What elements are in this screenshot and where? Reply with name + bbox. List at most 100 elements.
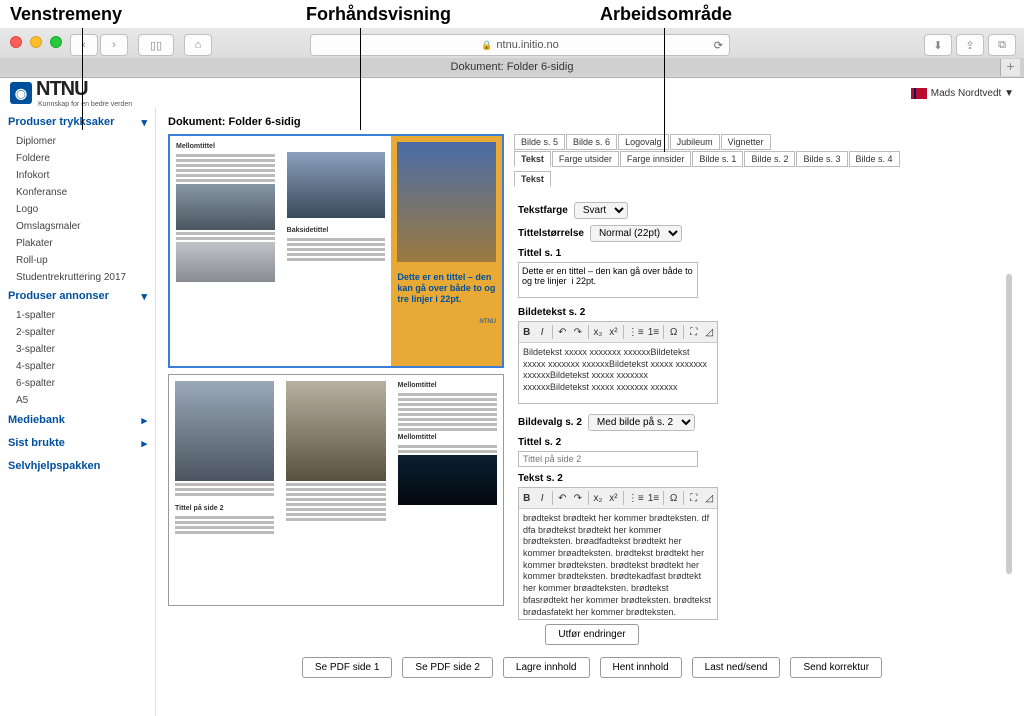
share-button[interactable]: ⇪ [956, 34, 984, 56]
sidebar-item[interactable]: Foldere [0, 150, 155, 167]
preview-panel-middle: Baksidetittel [281, 136, 392, 366]
sidebar-item[interactable]: 2-spalter [0, 324, 155, 341]
sidebar-item[interactable]: A5 [0, 392, 155, 409]
bildevalg-s2-select[interactable]: Med bilde på s. 2 [588, 414, 695, 431]
sidebar-section-annonser[interactable]: Produser annonser▾ [0, 286, 155, 307]
preview-page-1[interactable]: Mellomtittel Baksidetittel [168, 134, 504, 368]
superscript-button[interactable]: x² [608, 490, 619, 506]
annotation-right: Arbeidsområde [600, 4, 732, 25]
se-pdf-1-button[interactable]: Se PDF side 1 [302, 657, 392, 678]
new-tab-button[interactable]: + [1000, 59, 1020, 76]
rte-body-bildetekst[interactable]: Bildetekst xxxxx xxxxxxx xxxxxxBildeteks… [519, 343, 717, 403]
se-pdf-2-button[interactable]: Se PDF side 2 [402, 657, 492, 678]
tittelstorrelse-select[interactable]: Normal (22pt) [590, 225, 682, 242]
tittel-s2-input[interactable] [518, 451, 698, 467]
superscript-button[interactable]: x² [608, 324, 619, 340]
utfor-endringer-button[interactable]: Utfør endringer [545, 624, 638, 645]
download-button[interactable]: ⬇ [924, 34, 952, 56]
sidebar-item[interactable]: Konferanse [0, 184, 155, 201]
sidebar-item[interactable]: Infokort [0, 167, 155, 184]
preview-logo-text: NTNU [397, 318, 496, 326]
sidebar-item[interactable]: 6-spalter [0, 375, 155, 392]
tab[interactable]: Bilde s. 2 [744, 151, 795, 167]
bullet-list-button[interactable]: ⋮≡ [628, 324, 644, 340]
logo[interactable]: ◉ NTNU Kunnskap for en bedre verden [10, 78, 132, 108]
bold-button[interactable]: B [521, 324, 532, 340]
sidebar-item[interactable]: Studentrekruttering 2017 [0, 269, 155, 286]
bold-button[interactable]: B [521, 490, 532, 506]
italic-button[interactable]: I [536, 324, 547, 340]
sidebar-item[interactable]: Omslagsmaler [0, 218, 155, 235]
tab[interactable]: Vignetter [721, 134, 771, 150]
sidebar-item[interactable]: 1-spalter [0, 307, 155, 324]
tab[interactable]: Bilde s. 5 [514, 134, 565, 150]
rte-toolbar: B I ↶ ↷ x₂ x² ⋮≡ 1≡ [519, 488, 717, 509]
tab[interactable]: Logovalg [618, 134, 669, 150]
clear-button[interactable]: ◿ [704, 490, 715, 506]
action-bar: Utfør endringer Se PDF side 1 Se PDF sid… [160, 614, 1024, 688]
chevron-right-icon: ▸ [141, 414, 147, 427]
tab[interactable]: Bilde s. 1 [692, 151, 743, 167]
subscript-button[interactable]: x₂ [592, 324, 603, 340]
home-button[interactable]: ⌂ [184, 34, 212, 56]
special-char-button[interactable]: Ω [668, 490, 679, 506]
sidebar-item[interactable]: Roll-up [0, 252, 155, 269]
subtab-tekst[interactable]: Tekst [514, 171, 551, 187]
undo-button[interactable]: ↶ [557, 490, 568, 506]
annotation-overlay: Venstremeny Forhåndsvisning Arbeidsområd… [0, 0, 1024, 28]
clear-button[interactable]: ◿ [704, 324, 715, 340]
tabs-button[interactable]: ⧉ [988, 34, 1016, 56]
last-ned-send-button[interactable]: Last ned/send [692, 657, 781, 678]
tab[interactable]: Farge utsider [552, 151, 619, 167]
tab[interactable]: Bilde s. 4 [849, 151, 900, 167]
sidebar-toggle-button[interactable]: ▯▯ [138, 34, 174, 56]
redo-button[interactable]: ↷ [572, 324, 583, 340]
scrollbar[interactable] [1006, 274, 1012, 574]
user-menu[interactable]: Mads Nordtvedt ▼ [911, 88, 1014, 99]
tab-bar: Dokument: Folder 6-sidig + [0, 58, 1024, 76]
bullet-list-button[interactable]: ⋮≡ [628, 490, 644, 506]
sidebar-link[interactable]: Selvhjelpspakken [0, 455, 155, 477]
preview-image [397, 142, 496, 262]
send-korrektur-button[interactable]: Send korrektur [790, 657, 882, 678]
tab[interactable]: Bilde s. 6 [566, 134, 617, 150]
sidebar-item[interactable]: 3-spalter [0, 341, 155, 358]
preview-page-2[interactable]: Tittel på side 2 Mellomtittel Mellomtitt [168, 374, 504, 606]
numbered-list-button[interactable]: 1≡ [648, 490, 659, 506]
special-char-button[interactable]: Ω [668, 324, 679, 340]
numbered-list-button[interactable]: 1≡ [648, 324, 659, 340]
preview-image [175, 381, 274, 481]
lagre-innhold-button[interactable]: Lagre innhold [503, 657, 590, 678]
sidebar-section-trykksaker[interactable]: Produser trykksaker▾ [0, 112, 155, 133]
subscript-button[interactable]: x₂ [592, 490, 603, 506]
preview-panel: Tittel på side 2 [169, 375, 280, 605]
tab[interactable]: Farge innsider [620, 151, 692, 167]
sidebar-item[interactable]: Plakater [0, 235, 155, 252]
maximize-window-button[interactable] [50, 36, 62, 48]
tab[interactable]: Tekst [514, 151, 551, 167]
sidebar-link[interactable]: Sist brukte▸ [0, 432, 155, 455]
tab[interactable]: Jubileum [670, 134, 720, 150]
tittel-s1-input[interactable]: Dette er en tittel – den kan gå over båd… [518, 262, 698, 298]
sidebar-link[interactable]: Mediebank▸ [0, 409, 155, 432]
annotation-line [82, 24, 83, 130]
fullscreen-button[interactable]: ⛶ [688, 490, 699, 506]
undo-button[interactable]: ↶ [557, 324, 568, 340]
sidebar-item[interactable]: 4-spalter [0, 358, 155, 375]
tab[interactable]: Bilde s. 3 [796, 151, 847, 167]
close-window-button[interactable] [10, 36, 22, 48]
tekstfarge-select[interactable]: Svart [574, 202, 628, 219]
back-button[interactable]: ‹ [70, 34, 98, 56]
rte-body-tekst-s2[interactable]: brødtekst brødtekt her kommer brødtekste… [519, 509, 717, 619]
preview-panel-right: Dette er en tittel – den kan gå over båd… [391, 136, 502, 366]
minimize-window-button[interactable] [30, 36, 42, 48]
sidebar-item[interactable]: Diplomer [0, 133, 155, 150]
hent-innhold-button[interactable]: Hent innhold [600, 657, 682, 678]
fullscreen-button[interactable]: ⛶ [688, 324, 699, 340]
forward-button[interactable]: › [100, 34, 128, 56]
address-bar[interactable]: 🔒 ntnu.initio.no ⟳ [310, 34, 730, 56]
italic-button[interactable]: I [536, 490, 547, 506]
sidebar-item[interactable]: Logo [0, 201, 155, 218]
refresh-icon[interactable]: ⟳ [714, 39, 723, 52]
redo-button[interactable]: ↷ [572, 490, 583, 506]
